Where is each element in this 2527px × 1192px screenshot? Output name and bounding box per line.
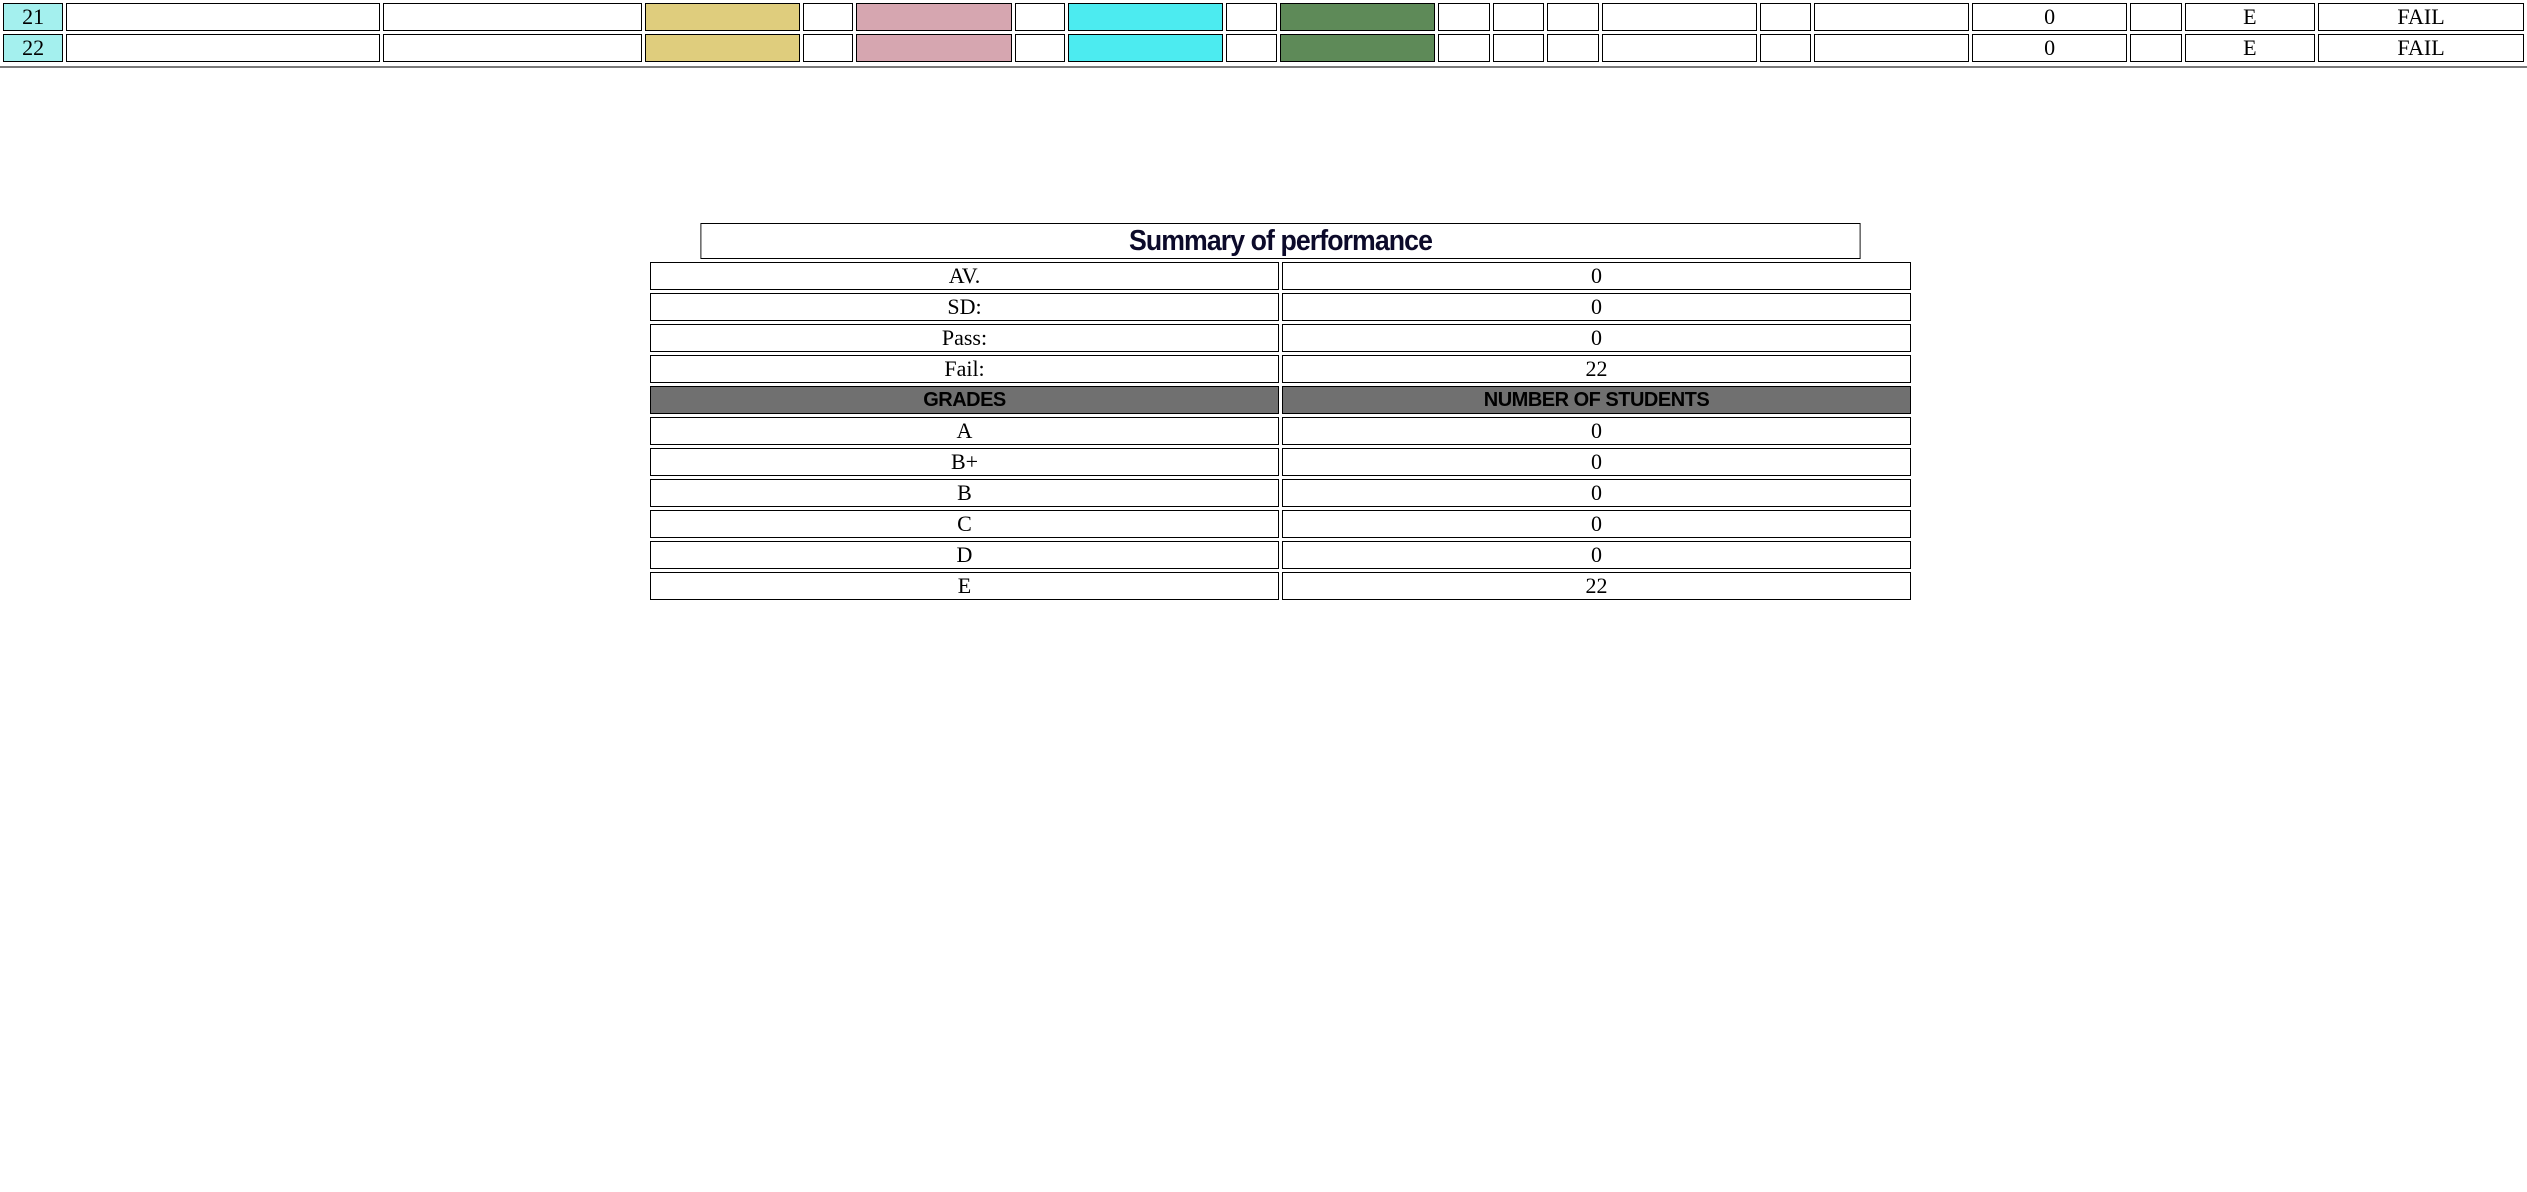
grade-label: B+ bbox=[650, 448, 1279, 476]
result-cell bbox=[1067, 34, 1224, 62]
result-cell bbox=[1067, 3, 1224, 31]
grade-label: C bbox=[650, 510, 1279, 538]
grade-label: B bbox=[650, 479, 1279, 507]
grade-row: B+ 0 bbox=[650, 448, 1911, 476]
result-cell bbox=[802, 34, 854, 62]
result-cell bbox=[1760, 3, 1812, 31]
stat-label: Fail: bbox=[650, 355, 1279, 383]
grade-count: 0 bbox=[1282, 541, 1911, 569]
grade-count: 0 bbox=[1282, 417, 1911, 445]
result-cell bbox=[1493, 34, 1545, 62]
result-cell bbox=[1438, 3, 1491, 31]
result-cell bbox=[1014, 3, 1065, 31]
grades-column-header: GRADES bbox=[650, 386, 1279, 414]
result-cell bbox=[2130, 34, 2182, 62]
result-cell: 0 bbox=[1971, 34, 2128, 62]
result-cell bbox=[856, 3, 1012, 31]
stat-label: AV. bbox=[650, 262, 1279, 290]
result-cell bbox=[1014, 34, 1065, 62]
result-cell bbox=[1279, 34, 1436, 62]
result-cell bbox=[1438, 34, 1491, 62]
result-cell bbox=[1814, 34, 1969, 62]
stat-label: SD: bbox=[650, 293, 1279, 321]
grade-row: E 22 bbox=[650, 572, 1911, 600]
result-cell: FAIL bbox=[2318, 34, 2524, 62]
grade-count: 0 bbox=[1282, 448, 1911, 476]
result-cell: 0 bbox=[1971, 3, 2128, 31]
result-cell bbox=[1601, 3, 1758, 31]
result-cell bbox=[66, 34, 381, 62]
grade-label: D bbox=[650, 541, 1279, 569]
stat-row-average: AV. 0 bbox=[650, 262, 1911, 290]
stat-value: 0 bbox=[1282, 262, 1911, 290]
stat-value: 0 bbox=[1282, 293, 1911, 321]
result-cell bbox=[802, 3, 854, 31]
grade-row: C 0 bbox=[650, 510, 1911, 538]
result-cell bbox=[2130, 3, 2182, 31]
grade-count: 0 bbox=[1282, 510, 1911, 538]
grade-count: 22 bbox=[1282, 572, 1911, 600]
result-cell bbox=[1226, 3, 1277, 31]
row-index-cell: 22 bbox=[3, 34, 64, 62]
result-cell bbox=[1547, 34, 1599, 62]
stat-value: 0 bbox=[1282, 324, 1911, 352]
stat-value: 22 bbox=[1282, 355, 1911, 383]
result-cell bbox=[1279, 3, 1436, 31]
students-column-header: NUMBER OF STUDENTS bbox=[1282, 386, 1911, 414]
grade-label: A bbox=[650, 417, 1279, 445]
result-cell bbox=[383, 3, 643, 31]
stat-label: Pass: bbox=[650, 324, 1279, 352]
grades-header-row: GRADES NUMBER OF STUDENTS bbox=[650, 386, 1911, 414]
stat-row-sd: SD: 0 bbox=[650, 293, 1911, 321]
result-cell bbox=[856, 34, 1012, 62]
results-page: 21 0 E FAIL 22 0 E FAIL Summary of performance … bbox=[0, 0, 2527, 1192]
result-cell bbox=[645, 34, 800, 62]
student-row: 21 0 E FAIL bbox=[3, 3, 2524, 31]
result-cell bbox=[1760, 34, 1812, 62]
stat-row-pass: Pass: 0 bbox=[650, 324, 1911, 352]
result-cell bbox=[383, 34, 643, 62]
result-cell bbox=[66, 3, 381, 31]
result-cell: FAIL bbox=[2318, 3, 2524, 31]
row-index-cell: 21 bbox=[3, 3, 64, 31]
grade-row: A 0 bbox=[650, 417, 1911, 445]
result-cell: E bbox=[2184, 34, 2316, 62]
result-cell bbox=[1547, 3, 1599, 31]
grade-row: D 0 bbox=[650, 541, 1911, 569]
grade-label: E bbox=[650, 572, 1279, 600]
summary-title: Summary of performance bbox=[700, 223, 1861, 259]
grade-count: 0 bbox=[1282, 479, 1911, 507]
grade-row: B 0 bbox=[650, 479, 1911, 507]
summary-of-performance-table: Summary of performance AV. 0 SD: 0 Pass:… bbox=[647, 220, 1914, 603]
result-cell bbox=[1493, 3, 1545, 31]
table-divider bbox=[0, 66, 2527, 68]
student-results-table: 21 0 E FAIL 22 0 E FAIL bbox=[0, 0, 2527, 65]
result-cell bbox=[1226, 34, 1277, 62]
result-cell: E bbox=[2184, 3, 2316, 31]
student-row: 22 0 E FAIL bbox=[3, 34, 2524, 62]
result-cell bbox=[1601, 34, 1758, 62]
result-cell bbox=[645, 3, 800, 31]
summary-title-row: Summary of performance bbox=[650, 223, 1911, 259]
stat-row-fail: Fail: 22 bbox=[650, 355, 1911, 383]
result-cell bbox=[1814, 3, 1969, 31]
